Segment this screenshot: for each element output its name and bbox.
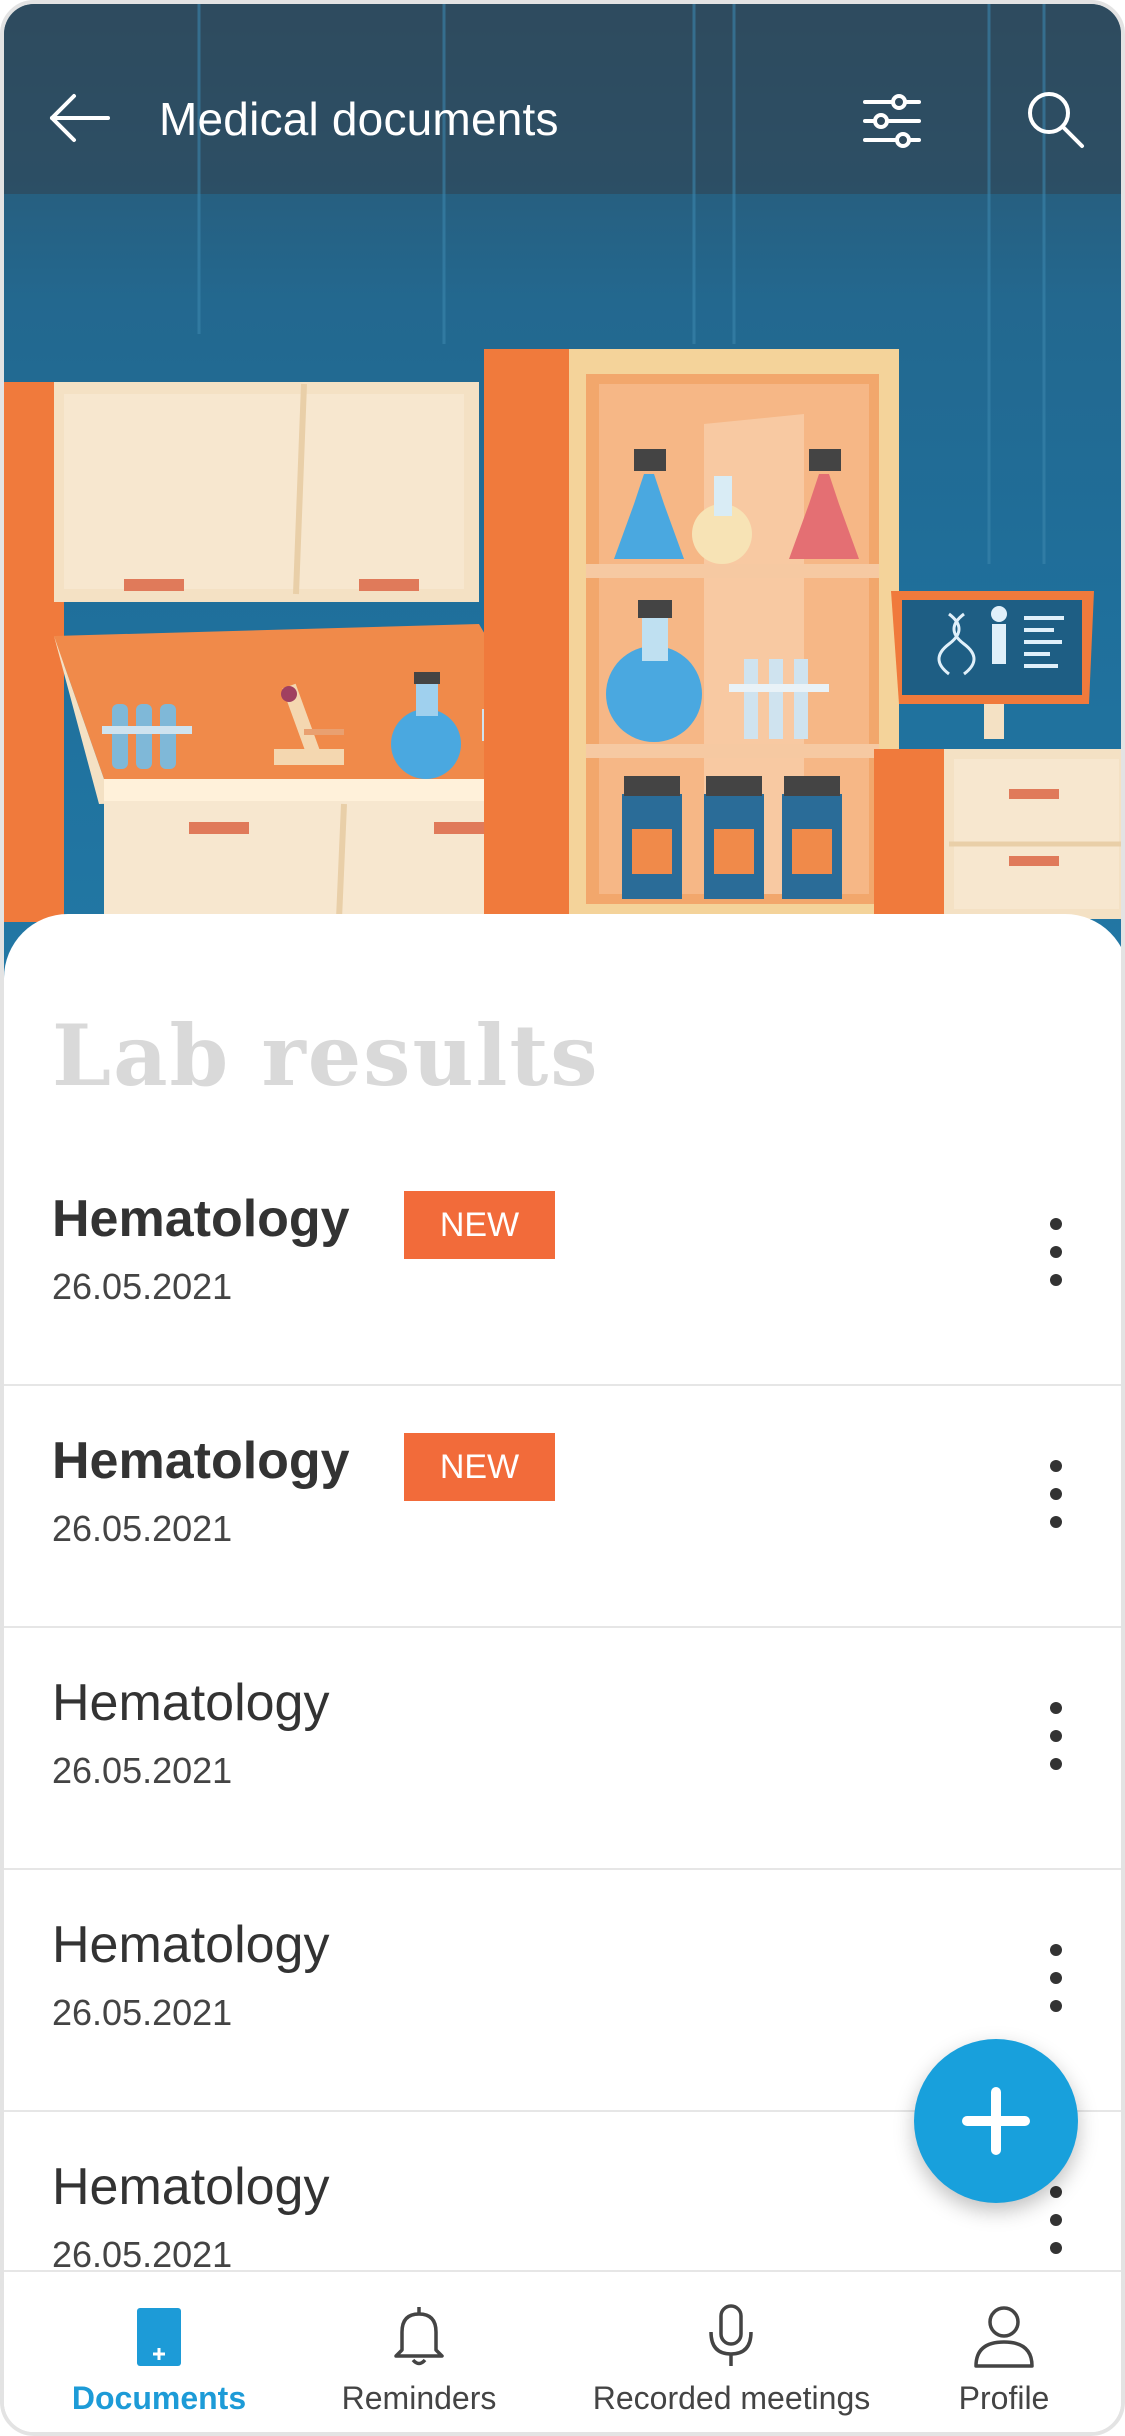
filter-button[interactable] bbox=[859, 88, 925, 154]
app-screen: Medical documents Lab results Hematology… bbox=[0, 0, 1125, 2436]
more-options-button[interactable] bbox=[1034, 1698, 1078, 1778]
more-options-button[interactable] bbox=[1034, 2182, 1078, 2262]
document-date: 26.05.2021 bbox=[52, 1508, 233, 1549]
nav-label-profile: Profile bbox=[958, 2380, 1050, 2416]
plus-icon bbox=[962, 2087, 1030, 2155]
more-options-button[interactable] bbox=[1034, 1456, 1078, 1536]
microphone-icon bbox=[709, 2304, 753, 2366]
document-row[interactable]: Hematology 26.05.2021 bbox=[4, 1628, 1121, 1870]
document-title: Hematology bbox=[52, 2158, 330, 2216]
arrow-left-icon bbox=[50, 94, 110, 142]
top-app-bar: Medical documents bbox=[4, 4, 1121, 194]
nav-label-reminders: Reminders bbox=[341, 2380, 497, 2416]
bottom-navigation: Documents Reminders Recorded meetings Pr… bbox=[4, 2270, 1121, 2432]
nav-item-recorded-meetings[interactable]: Recorded meetings bbox=[584, 2272, 879, 2432]
nav-item-profile[interactable]: Profile bbox=[924, 2272, 1084, 2432]
document-date: 26.05.2021 bbox=[52, 1992, 233, 2033]
new-badge: NEW bbox=[404, 1433, 555, 1501]
nav-label-recorded-meetings: Recorded meetings bbox=[592, 2380, 871, 2416]
content-sheet: Lab results Hematology NEW 26.05.2021 He… bbox=[4, 914, 1121, 2432]
back-button[interactable] bbox=[44, 82, 116, 154]
search-icon bbox=[1028, 92, 1084, 148]
document-date: 26.05.2021 bbox=[52, 1750, 233, 1791]
more-options-button[interactable] bbox=[1034, 1214, 1078, 1294]
document-row[interactable]: Hematology NEW 26.05.2021 bbox=[4, 1144, 1121, 1386]
more-options-button[interactable] bbox=[1034, 1940, 1078, 2020]
user-icon bbox=[974, 2306, 1034, 2368]
new-badge: NEW bbox=[404, 1191, 555, 1259]
sliders-icon bbox=[863, 94, 921, 148]
nav-label-documents: Documents bbox=[71, 2380, 247, 2416]
nav-item-documents[interactable]: Documents bbox=[44, 2272, 274, 2432]
lab-illustration: Medical documents bbox=[4, 4, 1121, 994]
document-title: Hematology bbox=[52, 1432, 350, 1490]
nav-item-reminders[interactable]: Reminders bbox=[319, 2272, 519, 2432]
document-title: Hematology bbox=[52, 1916, 330, 1974]
add-document-button[interactable] bbox=[914, 2039, 1078, 2203]
bell-icon bbox=[394, 2307, 444, 2366]
document-date: 26.05.2021 bbox=[52, 1266, 233, 1307]
document-title: Hematology bbox=[52, 1190, 350, 1248]
page-title: Medical documents bbox=[159, 93, 559, 145]
document-row[interactable]: Hematology NEW 26.05.2021 bbox=[4, 1386, 1121, 1628]
document-icon bbox=[137, 2308, 181, 2366]
section-title: Lab results bbox=[52, 1006, 600, 1105]
search-button[interactable] bbox=[1022, 86, 1088, 152]
document-title: Hematology bbox=[52, 1674, 330, 1732]
